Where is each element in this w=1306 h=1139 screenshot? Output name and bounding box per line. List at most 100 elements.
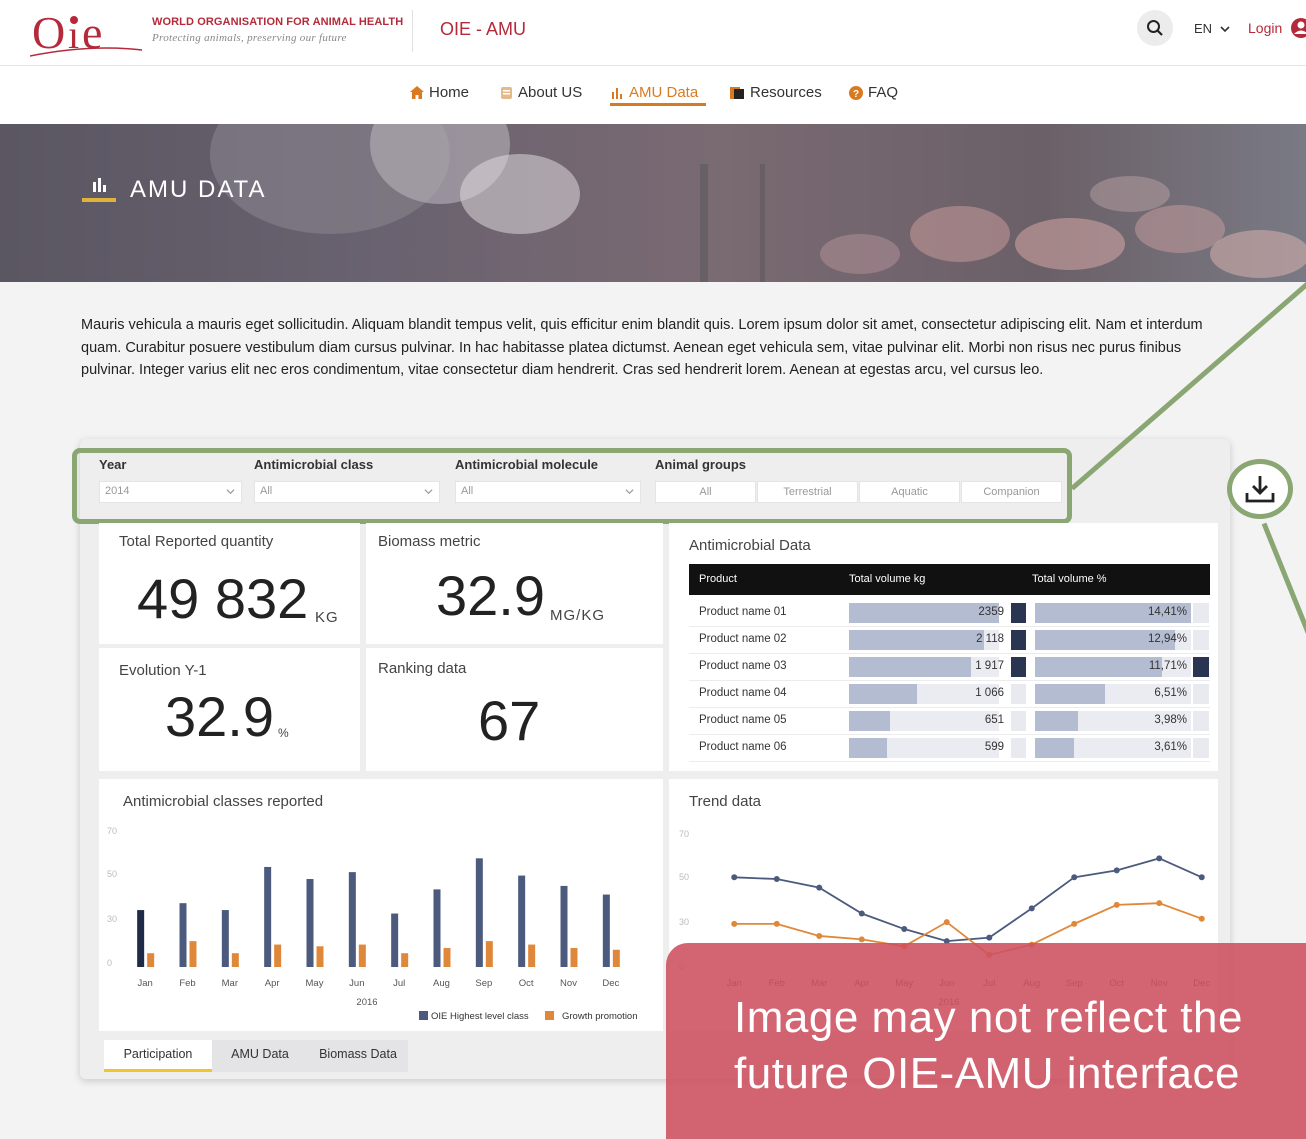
trend-point[interactable] [1028, 905, 1035, 912]
trend-point[interactable] [816, 884, 823, 891]
nav-faq[interactable]: ? FAQ [849, 84, 898, 101]
bar-highest-class[interactable] [137, 910, 145, 967]
nav-resources[interactable]: Resources [730, 84, 822, 101]
bar-growth-promotion[interactable] [316, 946, 324, 967]
table-row[interactable]: Product name 05 651 3,98% [689, 708, 1210, 735]
y-tick-label: 0 [107, 958, 112, 968]
trend-point[interactable] [1198, 915, 1205, 922]
table-row[interactable]: Product name 03 1 917 11,71% [689, 654, 1210, 681]
product-name: Product name 03 [699, 660, 787, 672]
download-button[interactable] [1227, 459, 1293, 519]
trend-point[interactable] [1113, 867, 1120, 874]
tab-participation[interactable]: Participation [104, 1040, 212, 1072]
trend-point[interactable] [858, 910, 865, 917]
trend-point[interactable] [773, 876, 780, 883]
table-row[interactable]: Product name 01 2359 14,41% [689, 600, 1210, 627]
product-name: Product name 01 [699, 606, 787, 618]
kpi-biomass-card: Biomass metric 32.9 MG/KG [366, 523, 663, 644]
tab-amu-data[interactable]: AMU Data [212, 1040, 308, 1072]
trend-point[interactable] [731, 874, 738, 881]
bar-growth-promotion[interactable] [147, 953, 155, 967]
bar-highest-class[interactable] [433, 889, 441, 967]
trend-point[interactable] [1198, 874, 1205, 881]
volume-pct-value: 6,51% [1154, 687, 1187, 699]
trend-point[interactable] [858, 936, 865, 943]
bar-highest-class[interactable] [264, 866, 272, 967]
search-button[interactable] [1137, 10, 1173, 46]
download-callout-line [1261, 522, 1306, 673]
y-tick-label: 50 [107, 869, 117, 879]
kpi-total-card: Total Reported quantity 49 832 KG [99, 523, 360, 644]
volume-kg-value: 599 [984, 741, 1004, 753]
nav-about[interactable]: About US [500, 84, 582, 101]
kpi-total-value: 49 832 [137, 567, 309, 630]
nav-amu-data[interactable]: AMU Data [611, 84, 698, 101]
tab-biomass-data[interactable]: Biomass Data [308, 1040, 408, 1072]
bar-growth-promotion[interactable] [231, 953, 239, 967]
kpi-biomass-title: Biomass metric [378, 533, 481, 550]
bar-highest-class[interactable] [475, 858, 483, 967]
x-tick-label: Jan [138, 978, 153, 989]
download-icon [1245, 476, 1275, 503]
kpi-evolution-title: Evolution Y-1 [119, 662, 207, 679]
trend-point[interactable] [1156, 900, 1163, 907]
trend-point[interactable] [943, 919, 950, 926]
bar-growth-promotion[interactable] [570, 948, 578, 967]
bar-highest-class[interactable] [348, 872, 356, 967]
bar-growth-promotion[interactable] [443, 948, 451, 967]
kpi-evolution-card: Evolution Y-1 32.9 % [99, 648, 360, 771]
nav-home[interactable]: Home [410, 84, 469, 101]
filters-highlight [72, 448, 1072, 524]
volume-pct-marker [1193, 603, 1209, 623]
volume-pct-bar [1035, 711, 1078, 731]
volume-pct-value: 3,98% [1154, 714, 1187, 726]
trend-point[interactable] [731, 920, 738, 927]
kpi-biomass-unit: MG/KG [550, 607, 606, 624]
hero-banner: AMU DATA [0, 124, 1306, 282]
bar-growth-promotion[interactable] [358, 944, 366, 967]
trend-point[interactable] [901, 926, 908, 933]
bar-growth-promotion[interactable] [189, 941, 197, 967]
nav-resources-label: Resources [750, 84, 822, 101]
bar-growth-promotion[interactable] [401, 953, 409, 967]
trend-point[interactable] [773, 920, 780, 927]
trend-point[interactable] [986, 934, 993, 941]
page-title: AMU DATA [130, 176, 267, 203]
col-volume-pct: Total volume % [1032, 573, 1107, 585]
trend-point[interactable] [1071, 874, 1078, 881]
user-icon[interactable] [1290, 17, 1306, 39]
trend-point[interactable] [1113, 901, 1120, 908]
trend-point[interactable] [816, 932, 823, 939]
bar-highest-class[interactable] [391, 913, 399, 967]
trend-point[interactable] [1071, 920, 1078, 927]
bar-highest-class[interactable] [306, 879, 314, 967]
bar-highest-class[interactable] [221, 910, 229, 967]
language-selector[interactable]: EN [1194, 21, 1230, 36]
volume-kg-marker [1011, 657, 1026, 677]
oie-logo[interactable]: O ı e [30, 6, 145, 60]
col-product: Product [699, 573, 737, 585]
bar-highest-class[interactable] [179, 903, 187, 967]
login-link[interactable]: Login [1248, 20, 1282, 36]
volume-kg-value: 651 [984, 714, 1004, 726]
volume-pct-bar [1035, 684, 1105, 704]
header-divider [412, 10, 413, 52]
volume-kg-bar [849, 684, 917, 704]
trend-point[interactable] [1156, 855, 1163, 862]
legend-swatch-growth-promotion [545, 1011, 554, 1020]
table-row[interactable]: Product name 06 599 3,61% [689, 735, 1210, 762]
nav-home-label: Home [429, 84, 470, 101]
bar-highest-class[interactable] [518, 875, 526, 967]
kpi-ranking-title: Ranking data [378, 660, 467, 677]
app-title: OIE - AMU [440, 19, 527, 39]
table-row[interactable]: Product name 04 1 066 6,51% [689, 681, 1210, 708]
bar-growth-promotion[interactable] [612, 949, 620, 967]
bar-growth-promotion[interactable] [485, 941, 493, 967]
bar-growth-promotion[interactable] [274, 944, 282, 967]
table-row[interactable]: Product name 02 2 118 12,94% [689, 627, 1210, 654]
bar-highest-class[interactable] [602, 894, 610, 967]
disclaimer-line-2: future OIE-AMU interface [734, 1049, 1240, 1098]
bar-growth-promotion[interactable] [528, 944, 536, 967]
legend-label-growth-promotion: Growth promotion [562, 1011, 638, 1022]
bar-highest-class[interactable] [560, 885, 568, 967]
